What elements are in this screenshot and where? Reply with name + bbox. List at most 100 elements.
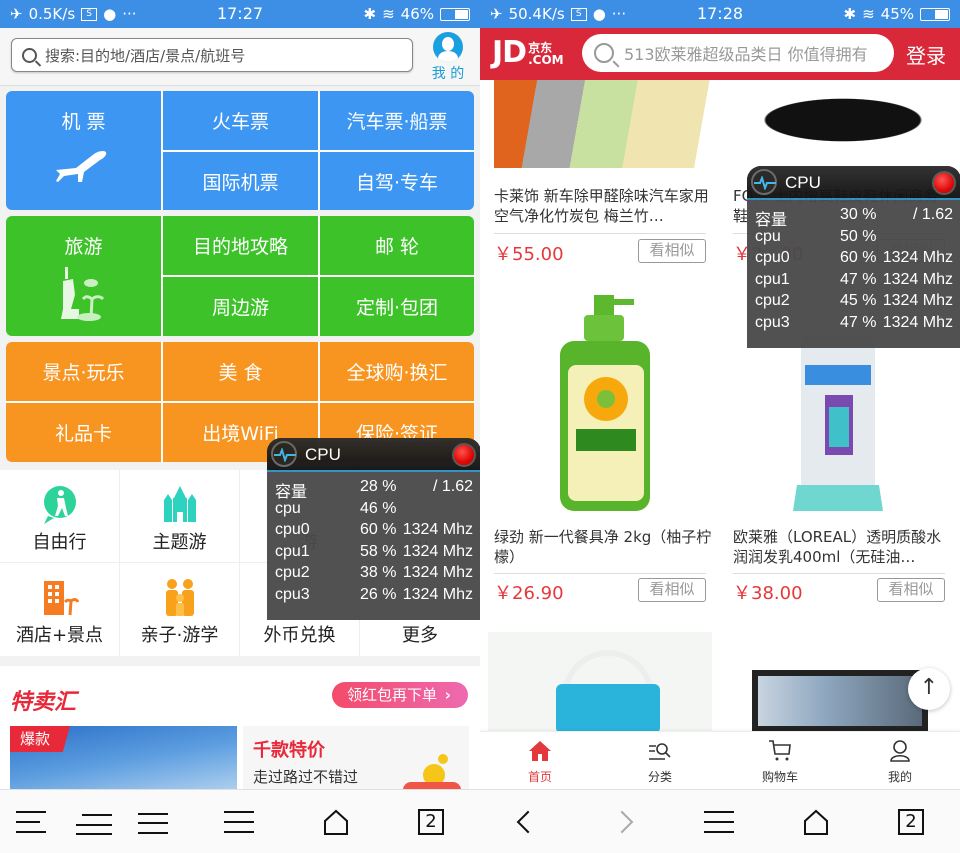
cpu-monitor-header[interactable]: CPU: [747, 166, 960, 200]
menu-button[interactable]: [16, 808, 46, 836]
quick-link-hotel-attractions[interactable]: 酒店+景点: [0, 563, 120, 656]
quick-link-free-travel[interactable]: 自由行: [0, 470, 120, 563]
grid-item-bus-ship[interactable]: 汽车票·船票: [320, 91, 474, 150]
grid-item-cruise[interactable]: 邮 轮: [320, 216, 474, 275]
list-icon: [138, 811, 168, 834]
product-price: ￥26.90: [494, 583, 564, 604]
cpu-monitor-overlay[interactable]: CPU 容量 28 %/ 1.62 cpu 46 % cpu0 60 % 1324 Mh…: [267, 438, 480, 620]
bookmarks-button[interactable]: [76, 808, 112, 836]
find-similar-button[interactable]: 看相似: [877, 578, 945, 602]
product-image[interactable]: [488, 632, 712, 732]
grid-item-train[interactable]: 火车票: [163, 91, 318, 150]
login-button[interactable]: 登录: [906, 40, 946, 69]
grid-item-gift-card[interactable]: 礼品卡: [6, 403, 161, 462]
quick-link-family-study[interactable]: 亲子·游学: [120, 563, 240, 656]
grid-item-destination-guide[interactable]: 目的地攻略: [163, 216, 318, 275]
search-placeholder: 513欧莱雅超级品类日 你值得拥有: [624, 45, 868, 64]
search-icon: [22, 47, 37, 63]
statue-of-liberty-icon: [60, 267, 104, 321]
tab-label: 购物车: [761, 770, 798, 784]
browser-menu-button[interactable]: [224, 808, 254, 836]
cpu-row: cpu0 60 % 1324 Mhz: [755, 249, 953, 266]
left-phone-screen: ✈ 0.5K/s S ● ··· 17:27 ✱ ≋ 46% 搜索:目的地/酒店…: [0, 0, 480, 853]
product-image[interactable]: [494, 80, 718, 168]
quick-link-label: 更多: [402, 625, 438, 646]
back-button[interactable]: [516, 808, 540, 836]
search-input[interactable]: 搜索:目的地/酒店/景点/航班号: [11, 38, 413, 72]
quick-link-label: 亲子·游学: [140, 625, 219, 646]
user-icon: [890, 740, 910, 762]
flash-sale-logo: 特卖汇: [10, 690, 77, 715]
my-account-button[interactable]: 我 的: [428, 32, 468, 83]
close-record-button[interactable]: [452, 443, 476, 467]
product-title[interactable]: 欧莱雅（LOREAL）透明质酸水润润发乳400ml（无硅油…: [733, 527, 953, 567]
find-similar-button[interactable]: 看相似: [638, 239, 706, 263]
product-price: ￥55.00: [494, 244, 564, 265]
tab-category[interactable]: 分类: [620, 740, 700, 785]
hot-deal-banner[interactable]: 爆款: [10, 726, 237, 796]
menu-icon: [16, 811, 46, 833]
tab-label: 分类: [647, 770, 672, 784]
grid-item-food[interactable]: 美 食: [163, 342, 318, 401]
search-input[interactable]: 513欧莱雅超级品类日 你值得拥有: [582, 34, 894, 72]
grid-item-attractions[interactable]: 景点·玩乐: [6, 342, 161, 401]
battery-percent: 46%: [400, 5, 434, 23]
family-icon: [160, 577, 200, 617]
cpu-row: cpu 50 %: [755, 227, 877, 245]
jd-logo-text: JD: [492, 35, 527, 70]
quick-link-label: 外币兑换: [263, 625, 336, 646]
quick-link-theme-travel[interactable]: 主题游: [120, 470, 240, 563]
cpu-monitor-header[interactable]: CPU: [267, 438, 480, 472]
tab-cart[interactable]: 购物车: [740, 740, 820, 785]
product-image[interactable]: [494, 295, 718, 515]
flash-sale-section: 特卖汇 领红包再下单 › 爆款 千款特价 走过路过不错过: [0, 666, 480, 796]
cpu-row: 容量 30 %/ 1.62: [755, 206, 953, 229]
grid-item-flights[interactable]: 机 票: [6, 91, 161, 210]
home-icon: [529, 741, 551, 761]
search-icon: [594, 43, 614, 63]
product-image[interactable]: [752, 670, 928, 732]
grid-item-intl-flights[interactable]: 国际机票: [163, 152, 318, 210]
grid-item-travel[interactable]: 旅游: [6, 216, 161, 336]
lunchbox-body: [556, 684, 660, 732]
product-title[interactable]: 卡莱饰 新车除甲醛除味汽车家用空气净化竹炭包 梅兰竹…: [494, 186, 714, 226]
cpu-monitor-title: CPU: [785, 173, 821, 192]
home-button[interactable]: [802, 808, 830, 836]
find-similar-button[interactable]: 看相似: [638, 578, 706, 602]
jd-logo[interactable]: JD 京东 .COM: [492, 35, 564, 70]
browser-menu-button[interactable]: [704, 808, 734, 836]
cpu-monitor-title: CPU: [305, 445, 341, 464]
hamburger-icon: [224, 811, 254, 833]
grid-item-custom-tours[interactable]: 定制·包团: [320, 277, 474, 336]
product-image[interactable]: [733, 80, 957, 158]
status-bar: ✈ 50.4K/s S ● ··· 17:28 ✱ ≋ 45%: [480, 0, 960, 28]
tabs-button[interactable]: 2: [898, 808, 924, 836]
tab-me[interactable]: 我的: [860, 740, 940, 785]
list-button[interactable]: [138, 808, 168, 836]
cpu-row: cpu2 38 % 1324 Mhz: [275, 564, 473, 581]
home-button[interactable]: [322, 808, 350, 836]
jd-tab-bar: 首页 分类 购物车 我的: [480, 731, 960, 789]
tabs-button[interactable]: 2: [418, 808, 444, 836]
flight-transport-grid: 机 票 火车票 汽车票·船票 国际机票 自驾·专车: [6, 91, 474, 210]
airplane-icon: [55, 150, 106, 182]
my-account-label: 我 的: [431, 66, 465, 82]
close-record-button[interactable]: [932, 171, 956, 195]
cart-icon: [769, 740, 791, 761]
back-to-top-button[interactable]: ↑: [908, 668, 950, 710]
grid-item-nearby-trips[interactable]: 周边游: [163, 277, 318, 336]
get-red-packet-button[interactable]: 领红包再下单 ›: [332, 682, 468, 708]
chevron-right-icon: [610, 810, 634, 834]
cpu-row: cpu3 47 % 1324 Mhz: [755, 313, 953, 331]
grid-item-global-shopping[interactable]: 全球购·换汇: [320, 342, 474, 401]
grid-item-car-rental[interactable]: 自驾·专车: [320, 152, 474, 210]
tab-home[interactable]: 首页: [500, 740, 580, 785]
special-price-card[interactable]: 千款特价 走过路过不错过: [243, 726, 469, 796]
cpu-monitor-overlay[interactable]: CPU 容量 30 %/ 1.62 cpu 50 % cpu0 60 % 1324 Mh…: [747, 166, 960, 348]
product-title[interactable]: 绿劲 新一代餐具净 2kg（柚子柠檬）: [494, 527, 714, 567]
travel-grid: 旅游 目的地攻略 邮 轮 周边游 定制·包团: [6, 216, 474, 336]
forward-button[interactable]: [610, 808, 634, 836]
chevron-right-icon: ›: [444, 686, 451, 704]
monitor-screen: [758, 676, 922, 726]
battery-percent: 45%: [880, 5, 914, 23]
